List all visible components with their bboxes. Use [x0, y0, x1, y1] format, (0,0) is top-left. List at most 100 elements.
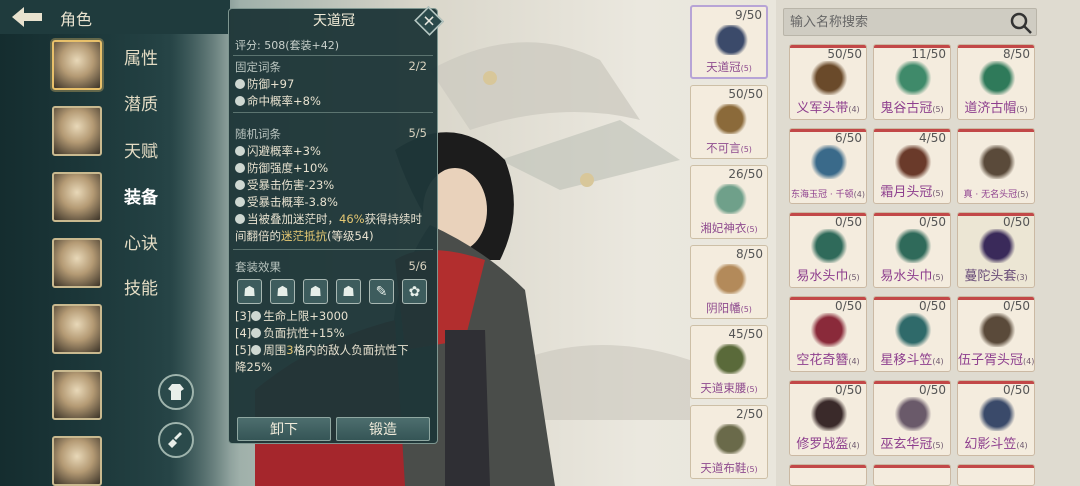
forge-button[interactable]: 锻造 [336, 417, 430, 441]
item-count: 8/50 [1003, 47, 1030, 61]
set-piece-weapon-icon[interactable]: ✎ [369, 279, 394, 304]
equipped-slot[interactable]: 26/50 湘妃神衣(5) [690, 165, 768, 239]
item-name: 星移斗笠(4) [880, 353, 944, 368]
item-name: 修罗战盔(4) [796, 437, 860, 452]
equipped-slot[interactable]: 50/50 不可言(5) [690, 85, 768, 159]
random-attr-row: 闪避概率+3% [235, 143, 321, 159]
search-icon[interactable] [1009, 11, 1033, 35]
divider [233, 249, 433, 250]
inventory-item[interactable] [957, 464, 1035, 486]
item-score: 评分: 508(套装+42) [235, 39, 339, 52]
tab-talent[interactable]: 天赋 [124, 137, 158, 162]
equipped-slot[interactable]: 8/50 阴阳幡(5) [690, 245, 768, 319]
inventory-item[interactable]: 6/50 东海玉冠 · 千顿(4) [789, 128, 867, 204]
divider [233, 55, 433, 56]
random-attr-row: 防御强度+10% [235, 160, 328, 176]
set-piece-boots-icon[interactable]: ☗ [336, 279, 361, 304]
item-count: 0/50 [1003, 299, 1030, 313]
close-icon: ✕ [422, 11, 436, 31]
inventory-item[interactable]: 0/50 空花奇簪(4) [789, 296, 867, 372]
quality-bar [790, 465, 866, 468]
set-effect-row-cont: 降25% [235, 360, 273, 374]
inventory-item[interactable]: 0/50 幻影斗笠(4) [957, 380, 1035, 456]
character-avatar-6[interactable] [52, 370, 102, 420]
item-image [713, 184, 747, 214]
item-name: 义军头带(4) [796, 101, 860, 116]
search-input[interactable] [784, 9, 1004, 35]
item-count: 0/50 [835, 383, 862, 397]
inventory-item[interactable]: 11/50 鬼谷古冠(5) [873, 44, 951, 120]
character-avatar-7[interactable] [52, 436, 102, 486]
item-name: 真 · 无名头冠(5) [963, 190, 1029, 200]
item-count: 11/50 [911, 47, 946, 61]
set-piece-belt-icon[interactable]: ☗ [303, 279, 328, 304]
tab-mind-art[interactable]: 心诀 [124, 229, 158, 254]
equipped-slot[interactable]: 9/50 天道冠(5) [690, 5, 768, 79]
item-image [894, 313, 932, 347]
character-avatar-3[interactable] [52, 172, 102, 222]
quality-bar [958, 129, 1034, 132]
inventory-item[interactable]: 0/50 易水头巾(5) [873, 212, 951, 288]
fixed-attr-row: 命中概率+8% [235, 93, 321, 109]
item-name: 天道束腰(5) [700, 381, 758, 395]
page-title: 角色 [60, 10, 93, 29]
inventory-item[interactable]: 8/50 道济古帽(5) [957, 44, 1035, 120]
fixed-attrs-count: 2/2 [408, 59, 427, 73]
random-attr-row: 受暴击伤害-23% [235, 177, 334, 193]
tab-equipment[interactable]: 装备 [124, 183, 158, 208]
inventory-item[interactable]: 0/50 星移斗笠(4) [873, 296, 951, 372]
character-avatar-2[interactable] [52, 106, 102, 156]
tab-skills[interactable]: 技能 [124, 274, 158, 299]
inventory-item[interactable]: 4/50 霜月头冠(5) [873, 128, 951, 204]
item-name: 霜月头冠(5) [880, 185, 944, 200]
item-image [810, 313, 848, 347]
item-name: 天道布鞋(5) [700, 461, 758, 475]
unequip-button[interactable]: 卸下 [237, 417, 331, 441]
set-effect-row: [3] 生命上限+3000 [235, 309, 349, 323]
item-count: 0/50 [1003, 383, 1030, 397]
character-avatar-4[interactable] [52, 238, 102, 288]
inventory-item[interactable]: 0/50 伍子胥头冠(4) [957, 296, 1035, 372]
inventory-item[interactable]: 0/50 巫玄华冠(5) [873, 380, 951, 456]
character-avatar-5[interactable] [52, 304, 102, 354]
item-count: 0/50 [835, 299, 862, 313]
item-image [713, 424, 747, 454]
stat-icon [251, 345, 262, 355]
special-attr-row: 当被叠加迷茫时，46%获得持续时 [235, 211, 422, 227]
item-image [978, 313, 1016, 347]
set-effect-header: 套装效果 [235, 260, 281, 274]
item-count: 0/50 [1003, 215, 1030, 229]
tooltip-title: 天道冠 [313, 13, 355, 29]
equipped-slot[interactable]: 2/50 天道布鞋(5) [690, 405, 768, 479]
outfit-button[interactable] [158, 374, 194, 410]
item-image [894, 61, 932, 95]
character-avatar-1[interactable] [52, 40, 102, 90]
inventory-item[interactable] [873, 464, 951, 486]
back-arrow-icon[interactable] [8, 4, 44, 30]
quality-bar [874, 465, 950, 468]
left-sidebar [0, 0, 230, 486]
inventory-item[interactable]: 0/50 蔓陀头套(3) [957, 212, 1035, 288]
divider [233, 112, 433, 113]
inventory-item[interactable]: 0/50 修罗战盔(4) [789, 380, 867, 456]
stat-icon [235, 79, 245, 89]
inventory-item[interactable]: 0/50 易水头巾(5) [789, 212, 867, 288]
item-name: 阴阳幡(5) [706, 301, 752, 315]
inventory-item[interactable]: 真 · 无名头冠(5) [957, 128, 1035, 204]
item-count: 2/50 [736, 407, 763, 421]
inventory-item[interactable]: 50/50 义军头带(4) [789, 44, 867, 120]
item-name: 不可言(5) [706, 141, 752, 155]
item-count: 0/50 [835, 215, 862, 229]
tab-potential[interactable]: 潜质 [124, 90, 158, 115]
clean-button[interactable] [158, 422, 194, 458]
fixed-attrs-header: 固定词条 [235, 60, 281, 74]
item-image [978, 397, 1016, 431]
inventory-item[interactable] [789, 464, 867, 486]
equipped-slot[interactable]: 45/50 天道束腰(5) [690, 325, 768, 399]
tab-attributes[interactable]: 属性 [124, 44, 158, 69]
item-image [978, 229, 1016, 263]
set-piece-armor-icon[interactable]: ☗ [270, 279, 295, 304]
set-piece-accessory-icon[interactable]: ✿ [402, 279, 427, 304]
set-piece-helmet-icon[interactable]: ☗ [237, 279, 262, 304]
item-name: 道济古帽(5) [964, 101, 1028, 116]
